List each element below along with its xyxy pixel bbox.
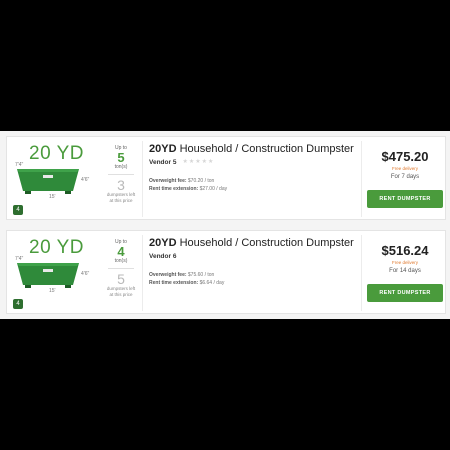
tonnage-block: Up to 4 ton(s) 5 dumpsters left at this … <box>103 235 139 311</box>
rent-dumpster-button[interactable]: RENT DUMPSTER <box>367 190 443 208</box>
rental-days: For 14 days <box>389 268 421 274</box>
overweight-fee: Overweight fee: $75.60 / ton <box>149 272 215 278</box>
dumpsters-left-count: 3 <box>117 177 125 193</box>
rent-extension-fee: Rent time extension: $27.00 / day <box>149 186 228 192</box>
price-block: $475.20 Free delivery For 7 days <box>363 149 447 180</box>
divider <box>108 174 134 175</box>
price-block: $516.24 Free delivery For 14 days <box>363 243 447 274</box>
dumpsters-left-text: dumpsters left at this price <box>106 286 136 297</box>
star-icon: ★ <box>182 159 188 165</box>
price: $475.20 <box>381 149 429 164</box>
dumpsters-left-count: 5 <box>117 271 125 287</box>
dumpsters-left-text: dumpsters left at this price <box>106 192 136 203</box>
dumpster-height: 7'4" <box>15 162 24 168</box>
rating-stars: ★ ★ ★ ★ ★ <box>182 159 214 165</box>
tons-unit: ton(s) <box>114 164 128 170</box>
vendor-name[interactable]: Vendor 6 <box>149 253 176 260</box>
star-icon: ★ <box>208 159 214 165</box>
rent-extension-fee: Rent time extension: $6.64 / day <box>149 280 225 286</box>
divider <box>142 141 143 217</box>
divider <box>361 141 362 217</box>
tons-unit: ton(s) <box>114 258 128 264</box>
tonnage-block: Up to 5 ton(s) 3 dumpsters left at this … <box>103 141 139 217</box>
dumpster-size: 20 YD <box>29 237 84 258</box>
free-delivery-label: Free delivery <box>391 260 418 265</box>
rent-dumpster-button[interactable]: RENT DUMPSTER <box>367 284 443 302</box>
dumpster-badge: 4 <box>13 299 23 309</box>
overweight-fee: Overweight fee: $70.20 / ton <box>149 178 215 184</box>
dumpster-height: 7'4" <box>15 256 24 262</box>
star-icon: ★ <box>201 159 208 165</box>
listing-info: 20YD Household / Construction Dumpster V… <box>149 237 357 261</box>
dumpster-length: 15' <box>49 288 56 294</box>
listing-info: 20YD Household / Construction Dumpster V… <box>149 143 357 167</box>
dumpster-width: 4'6" <box>81 177 90 183</box>
listing-title[interactable]: 20YD Household / Construction Dumpster <box>149 237 357 249</box>
star-icon: ★ <box>188 159 195 165</box>
divider <box>361 235 362 311</box>
dumpster-badge: 4 <box>13 205 23 215</box>
listing-title[interactable]: 20YD Household / Construction Dumpster <box>149 143 357 155</box>
divider <box>142 235 143 311</box>
tons-value: 4 <box>117 244 125 259</box>
free-delivery-label: Free delivery <box>391 166 418 171</box>
dumpster-size: 20 YD <box>29 143 84 164</box>
dumpster-width: 4'6" <box>81 271 90 277</box>
dumpster-listing-card: 20 YD 7'4" 4'6" 15' 4 Up to 5 ton(s) 3 d… <box>6 136 446 220</box>
dumpster-image <box>17 263 79 288</box>
tons-value: 5 <box>117 150 125 165</box>
dumpster-image <box>17 169 79 194</box>
divider <box>108 268 134 269</box>
vendor-name[interactable]: Vendor 5 <box>149 159 176 166</box>
dumpster-listing-card: 20 YD 7'4" 4'6" 15' 4 Up to 4 ton(s) 5 d… <box>6 230 446 314</box>
dumpster-length: 15' <box>49 194 56 200</box>
star-icon: ★ <box>195 159 201 165</box>
price: $516.24 <box>381 243 429 258</box>
rental-days: For 7 days <box>390 174 420 180</box>
